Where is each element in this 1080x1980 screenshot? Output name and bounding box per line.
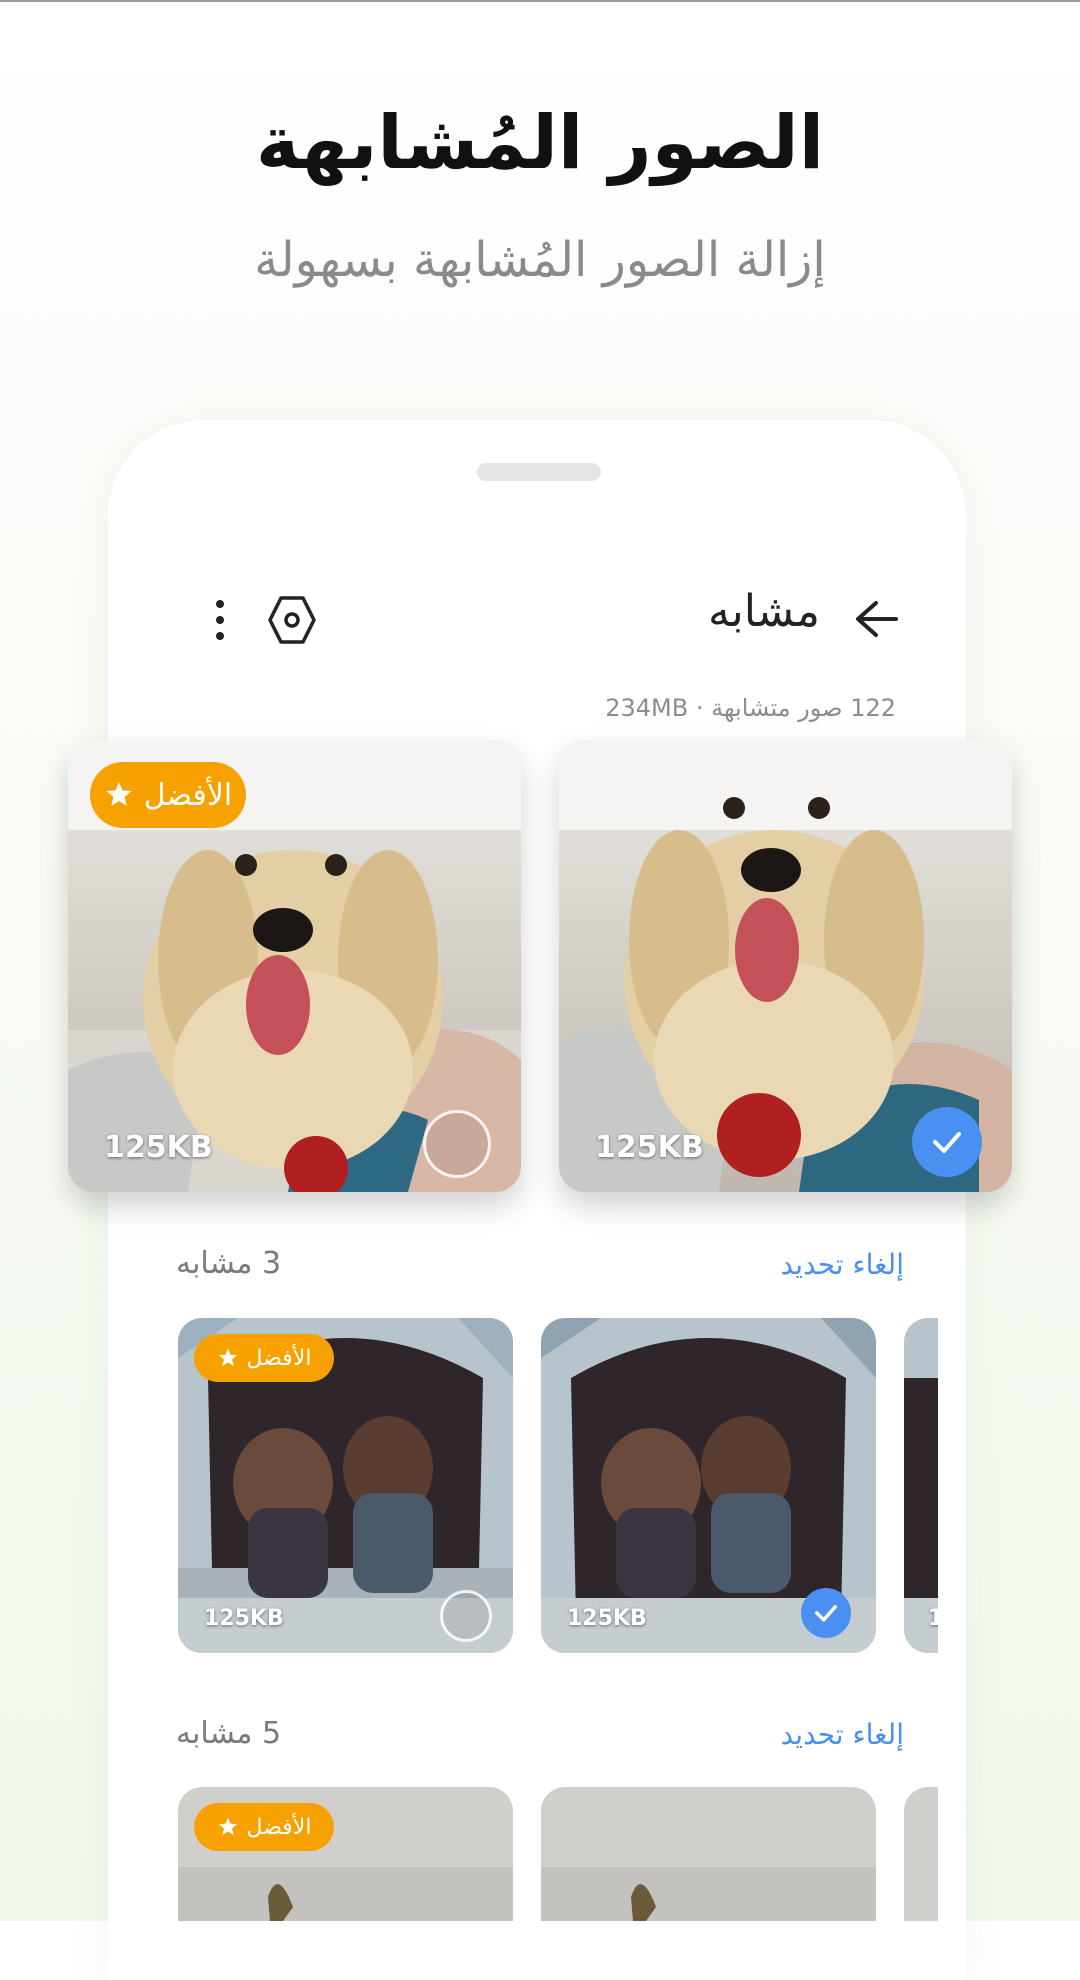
- group-count: 3 مشابه: [176, 1246, 282, 1281]
- file-size: 125KB: [204, 1606, 284, 1631]
- group-count: 5 مشابه: [176, 1716, 282, 1751]
- star-badge-icon: [218, 1348, 237, 1367]
- photo-card[interactable]: [904, 1787, 938, 1921]
- best-label: الأفضل: [246, 1814, 312, 1840]
- hero-title: الصور المُشابهة: [255, 100, 825, 186]
- best-label: الأفضل: [143, 777, 233, 813]
- star-badge-icon: [106, 782, 132, 806]
- more-vertical-icon[interactable]: [206, 594, 234, 646]
- photo-card[interactable]: [541, 1787, 876, 1921]
- best-badge: الأفضل: [90, 762, 246, 828]
- page-title: مشابه: [707, 586, 820, 637]
- selected-checkbox[interactable]: [801, 1588, 851, 1638]
- deselect-button[interactable]: إلغاء تحديد: [700, 1248, 904, 1281]
- star-badge-icon: [218, 1817, 237, 1836]
- file-size: 125KB: [104, 1130, 213, 1165]
- check-icon: [815, 1605, 837, 1622]
- hero-subtitle: إزالة الصور المُشابهة بسهولة: [254, 232, 826, 288]
- photo-card[interactable]: 125KB: [541, 1318, 876, 1653]
- best-badge: الأفضل: [194, 1334, 334, 1382]
- similar-summary: 122 صور متشابهة · 234MB: [605, 694, 896, 722]
- select-checkbox[interactable]: [440, 1590, 492, 1642]
- hexagon-settings-icon[interactable]: [266, 594, 318, 646]
- file-size: 1: [928, 1606, 938, 1631]
- photo-card[interactable]: 125KB: [559, 740, 1012, 1192]
- best-badge: الأفضل: [194, 1803, 334, 1851]
- landscape-photo: [541, 1787, 876, 1921]
- file-size: 125KB: [567, 1606, 647, 1631]
- select-checkbox[interactable]: [423, 1110, 491, 1178]
- selected-checkbox[interactable]: [912, 1107, 982, 1177]
- arrow-right-icon[interactable]: [852, 594, 902, 644]
- photo-card-best[interactable]: الأفضل 125KB: [178, 1318, 513, 1653]
- landscape-photo: [904, 1787, 938, 1921]
- photo-card[interactable]: 1: [904, 1318, 938, 1653]
- deselect-button[interactable]: إلغاء تحديد: [700, 1718, 904, 1751]
- photo-card-best[interactable]: الأفضل 125KB: [68, 740, 521, 1192]
- car-photo: [904, 1318, 938, 1653]
- status-divider: [0, 0, 1080, 2]
- phone-speaker: [477, 463, 601, 481]
- best-label: الأفضل: [246, 1345, 312, 1371]
- check-icon: [933, 1132, 961, 1153]
- file-size: 125KB: [595, 1130, 704, 1165]
- photo-card-best[interactable]: الأفضل: [178, 1787, 513, 1921]
